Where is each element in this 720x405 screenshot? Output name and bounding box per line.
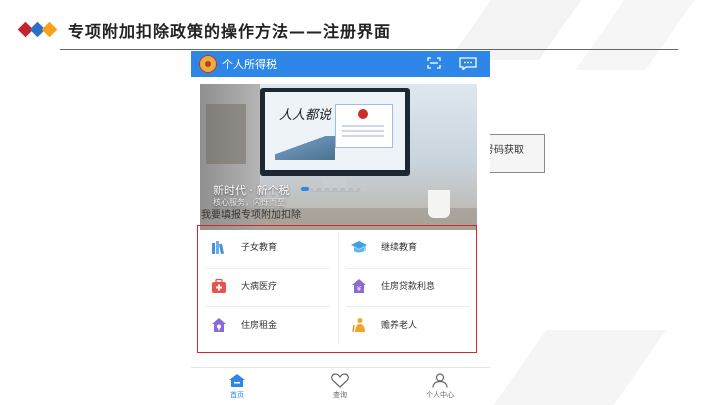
pagination-dot[interactable] [313,187,317,191]
message-icon[interactable] [459,57,477,70]
deduction-serious-illness[interactable]: 大病医疗 [211,275,331,297]
deduction-label: 继续教育 [381,243,418,253]
background-shape [493,330,667,405]
elderly-person-icon [352,318,365,333]
section-heading: 我要填报专项附加扣除 [201,210,301,221]
home-icon [229,374,245,387]
tab-home[interactable]: 首页 [207,370,267,404]
deduction-housing-loan-interest[interactable]: ¥ 住房贷款利息 [351,275,471,297]
background-shape [575,0,695,70]
tab-label: 查询 [333,391,347,399]
pagination-dot[interactable] [321,187,325,191]
deduction-grid: 子女教育 继续教育 大病医疗 ¥ 住房贷款利息 住房租金 赡养老人 [197,225,477,353]
tab-label: 首页 [230,391,244,399]
deduction-continuing-education[interactable]: 继续教育 [351,236,471,258]
graduation-cap-icon [351,241,367,253]
slide-title: 专项附加扣除政策的操作方法——注册界面 [68,22,392,41]
screen-text: 人人都说 [279,108,332,123]
deduction-children-education[interactable]: 子女教育 [211,236,331,258]
house-loan-icon: ¥ [352,279,366,293]
app-header: 个人所得税 [191,51,490,77]
svg-text:¥: ¥ [357,285,362,293]
deduction-label: 大病医疗 [241,282,278,292]
phone-screen: 个人所得税 人人都说 新时代 · 新个税 核心服务，闪烁而至 我要填报专项附加扣… [191,51,490,405]
books-icon [212,241,224,255]
tax-emblem-icon [199,55,217,73]
pagination-dot[interactable] [329,187,333,191]
pagination-dot[interactable] [301,187,309,191]
heart-icon [331,373,349,388]
title-divider [60,49,678,50]
monitor-image: 人人都说 [260,88,410,176]
tab-query[interactable]: 查询 [310,370,370,404]
pagination-dot[interactable] [345,187,349,191]
scan-icon[interactable] [427,57,441,69]
deduction-housing-rent[interactable]: 住房租金 [211,314,331,336]
pagination-dot[interactable] [337,187,341,191]
deduction-label: 子女教育 [241,243,278,253]
callout-text: 号码获取 [484,145,524,156]
app-title: 个人所得税 [222,58,277,71]
medical-kit-icon [212,278,226,293]
house-rent-icon [212,318,226,332]
bottom-tab-bar: 首页 查询 个人中心 [191,367,490,405]
pagination-dot[interactable] [353,187,357,191]
deduction-elderly-support[interactable]: 赡养老人 [351,314,471,336]
banner-headline: 新时代 · 新个税 [213,184,290,197]
user-icon [432,373,448,388]
deduction-label: 住房贷款利息 [381,282,436,292]
coffee-cup-image [428,190,450,218]
tab-personal-center[interactable]: 个人中心 [410,370,470,404]
pagination-dot[interactable] [361,187,365,191]
deduction-label: 赡养老人 [381,321,418,331]
tab-label: 个人中心 [426,391,454,399]
deduction-label: 住房租金 [241,321,278,331]
